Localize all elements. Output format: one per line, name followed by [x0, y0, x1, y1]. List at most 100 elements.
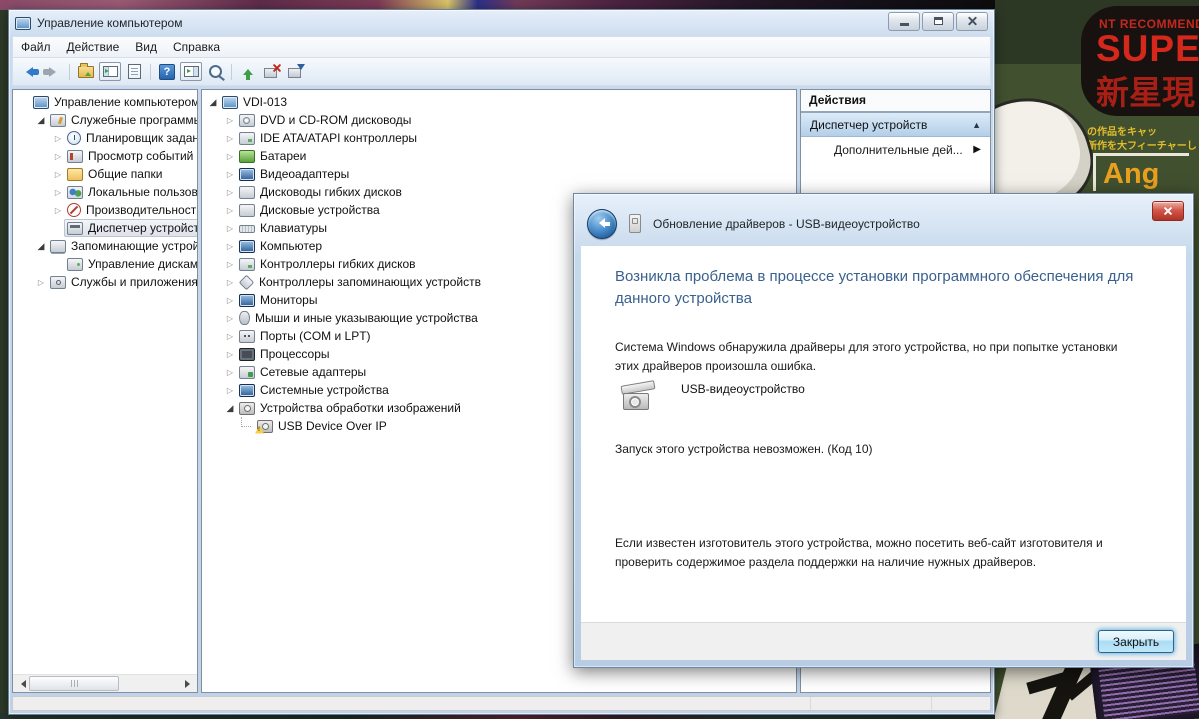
tree-item-target: Компьютер: [236, 237, 327, 255]
tree-item[interactable]: ▷Локальные пользовате: [13, 183, 197, 201]
menu-bar: ФайлДействиеВидСправка: [12, 36, 991, 58]
minimize-icon: [900, 23, 909, 26]
tree-item-target: Управление компьютером (л: [30, 93, 197, 111]
tree-item[interactable]: Диспетчер устройств: [13, 219, 197, 237]
tree-item[interactable]: ◢VDI-013: [202, 93, 796, 111]
collapse-icon[interactable]: ◢: [224, 403, 236, 414]
help-icon[interactable]: ?: [156, 62, 178, 81]
computer-icon: [222, 96, 238, 109]
back-button[interactable]: [587, 209, 617, 239]
close-icon: [1163, 207, 1173, 216]
tree-item[interactable]: ◢Запоминающие устройст: [13, 237, 197, 255]
more-actions-item[interactable]: Дополнительные дей... ▶: [801, 137, 990, 162]
tree-item[interactable]: Управление дисками: [13, 255, 197, 273]
scan-detect-icon[interactable]: [204, 62, 226, 81]
scrollbar-track[interactable]: [29, 676, 181, 691]
tree-item[interactable]: ▷IDE ATA/ATAPI контроллеры: [202, 129, 796, 147]
tree-item-target: Планировщик заданий: [64, 129, 197, 147]
poster-caption2: 新作を大フィーチャーし: [1087, 137, 1197, 152]
dialog-paragraph2: Если известен изготовитель этого устройс…: [615, 534, 1130, 571]
forward-icon[interactable]: [42, 62, 64, 81]
expand-icon[interactable]: ▷: [52, 206, 64, 215]
services-icon: [50, 276, 66, 289]
folder-icon: [67, 168, 83, 181]
scroll-left-button[interactable]: [13, 676, 29, 692]
tree-item[interactable]: ▷Видеоадаптеры: [202, 165, 796, 183]
tree-item[interactable]: ▷Службы и приложения: [13, 273, 197, 291]
tree-item-target: Контроллеры запоминающих устройств: [236, 273, 486, 291]
expand-icon[interactable]: ▷: [52, 134, 64, 143]
expand-icon[interactable]: ▷: [224, 296, 236, 305]
expand-icon[interactable]: ▷: [35, 278, 47, 287]
expand-icon[interactable]: ▷: [224, 170, 236, 179]
dialog-close-button[interactable]: [1152, 201, 1184, 221]
collapse-icon[interactable]: ◢: [207, 97, 219, 108]
menu-item[interactable]: Действие: [59, 38, 128, 56]
close-dialog-button[interactable]: Закрыть: [1098, 630, 1174, 653]
update-driver-icon[interactable]: [237, 62, 259, 81]
expand-icon[interactable]: ▷: [52, 188, 64, 197]
uninstall-device-icon[interactable]: [261, 62, 283, 81]
expand-icon[interactable]: ▷: [224, 260, 236, 269]
properties-icon[interactable]: [123, 62, 145, 81]
tree-item[interactable]: ▷DVD и CD-ROM дисководы: [202, 111, 796, 129]
mon-icon: [239, 384, 255, 397]
collapse-icon[interactable]: ◢: [35, 115, 47, 126]
show-actions-pane-icon[interactable]: [180, 62, 202, 81]
menu-item[interactable]: Файл: [13, 38, 59, 56]
tree-item-target: IDE ATA/ATAPI контроллеры: [236, 129, 422, 147]
storage-icon: [50, 240, 66, 253]
expand-icon[interactable]: ▷: [224, 116, 236, 125]
collapse-icon[interactable]: ▲: [972, 120, 981, 130]
tree-item-label: Мыши и иные указывающие устройства: [255, 311, 478, 325]
expand-icon[interactable]: ▷: [224, 368, 236, 377]
tree-item[interactable]: ◢Служебные программы: [13, 111, 197, 129]
poster-line2: SUPER: [1096, 28, 1199, 70]
dialog-body: Возникла проблема в процессе установки п…: [581, 246, 1186, 622]
back-icon[interactable]: [18, 62, 40, 81]
expand-icon[interactable]: ▷: [224, 206, 236, 215]
expand-icon[interactable]: ▷: [224, 134, 236, 143]
tree-item[interactable]: ▷Планировщик заданий: [13, 129, 197, 147]
tree-item[interactable]: ▷ Просмотр событий: [13, 147, 197, 165]
tree-item[interactable]: ▷Производительность: [13, 201, 197, 219]
menu-item[interactable]: Вид: [127, 38, 165, 56]
expand-icon[interactable]: ▷: [224, 278, 236, 287]
tree-item-label: Просмотр событий: [88, 149, 193, 163]
users-icon: [67, 186, 83, 199]
poster-orange-title: Ang: [1093, 153, 1189, 191]
tree-item-target: Диспетчер устройств: [64, 219, 197, 237]
minimize-button[interactable]: [888, 12, 920, 31]
expand-icon[interactable]: ▷: [224, 242, 236, 251]
expand-icon[interactable]: ▷: [224, 188, 236, 197]
expand-icon[interactable]: ▷: [224, 314, 236, 323]
scan-hardware-changes-icon[interactable]: [285, 62, 307, 81]
expand-icon[interactable]: ▷: [224, 350, 236, 359]
close-button[interactable]: [956, 12, 988, 31]
tree-item-target: Локальные пользовате: [64, 183, 197, 201]
tree-item-target: Клавиатуры: [236, 219, 332, 237]
horizontal-scrollbar[interactable]: [13, 674, 197, 692]
maximize-button[interactable]: [922, 12, 954, 31]
expand-icon[interactable]: ▷: [224, 332, 236, 341]
show-console-tree-icon[interactable]: [99, 62, 121, 81]
tree-item[interactable]: ▷Общие папки: [13, 165, 197, 183]
collapse-icon[interactable]: ◢: [35, 241, 47, 252]
scrollbar-thumb[interactable]: [29, 676, 119, 691]
expand-icon[interactable]: ▷: [224, 386, 236, 395]
export-list-icon[interactable]: [75, 62, 97, 81]
scroll-right-button[interactable]: [181, 676, 197, 692]
disk-icon: [67, 258, 83, 271]
tree-item[interactable]: Управление компьютером (л: [13, 93, 197, 111]
expand-icon[interactable]: ▷: [52, 170, 64, 179]
tree-item-target: Системные устройства: [236, 381, 394, 399]
tree-item-target: Общие папки: [64, 165, 167, 183]
actions-group-header[interactable]: Диспетчер устройств ▲: [801, 113, 990, 137]
tree-item[interactable]: ▷Батареи: [202, 147, 796, 165]
menu-item[interactable]: Справка: [165, 38, 228, 56]
expand-icon[interactable]: ▷: [52, 152, 64, 161]
expand-icon[interactable]: ▷: [224, 224, 236, 233]
dialog-heading: Возникла проблема в процессе установки п…: [615, 266, 1140, 310]
title-bar[interactable]: Управление компьютером: [12, 10, 991, 36]
expand-icon[interactable]: ▷: [224, 152, 236, 161]
